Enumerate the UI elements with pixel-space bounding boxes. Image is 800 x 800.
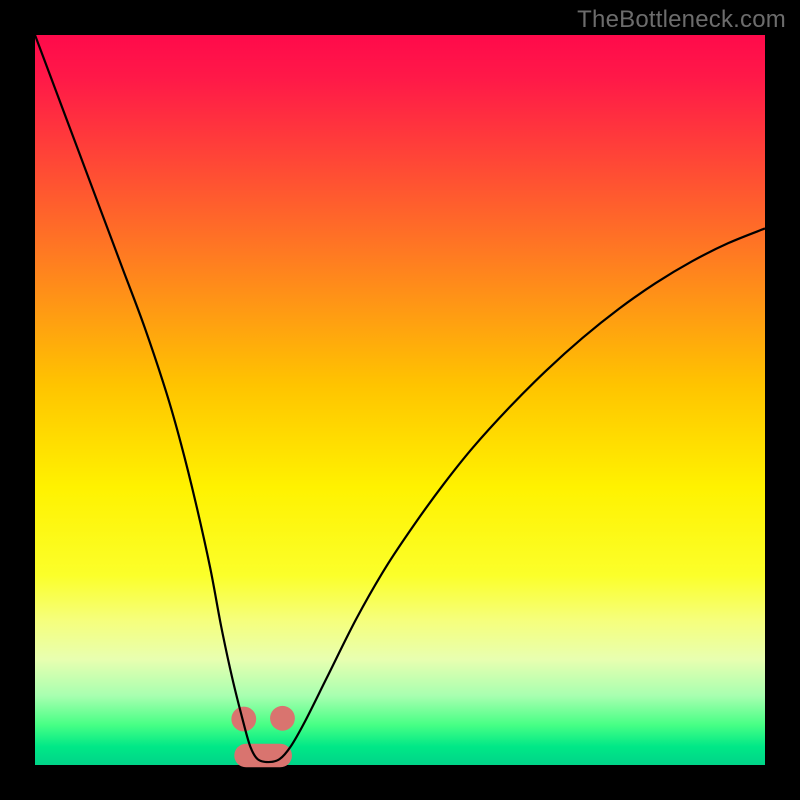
bottleneck-chart bbox=[0, 0, 800, 800]
marker-dot-1 bbox=[270, 706, 295, 731]
plot-background bbox=[35, 35, 765, 765]
chart-container: TheBottleneck.com bbox=[0, 0, 800, 800]
watermark-text: TheBottleneck.com bbox=[577, 6, 786, 34]
